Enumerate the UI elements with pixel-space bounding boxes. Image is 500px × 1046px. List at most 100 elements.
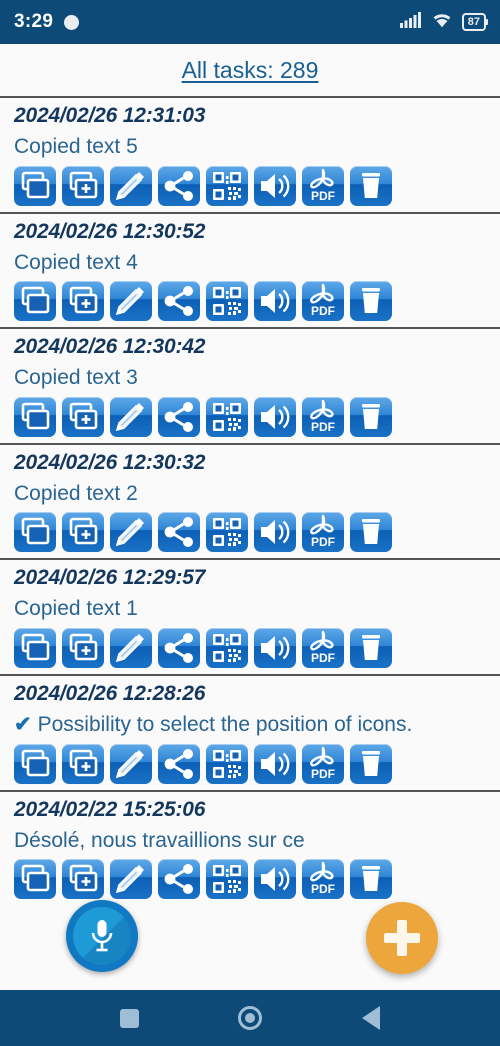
copy-icon[interactable] — [14, 281, 56, 322]
item-timestamp: 2024/02/26 12:30:42 — [14, 335, 206, 359]
delete-icon[interactable] — [350, 165, 392, 206]
content-area: All tasks: 289 2024/02/26 12:31:03 Copied… — [0, 44, 500, 990]
delete-icon[interactable] — [350, 628, 392, 669]
edit-icon[interactable] — [110, 859, 152, 900]
delete-icon[interactable] — [350, 512, 392, 553]
item-text: Copied text 1 — [14, 597, 138, 621]
delete-icon[interactable] — [350, 281, 392, 322]
all-tasks-link-container: All tasks: 289 — [0, 44, 500, 96]
item-action-bar: PDF — [14, 396, 500, 437]
copy-icon[interactable] — [14, 628, 56, 669]
copy-icon[interactable] — [14, 165, 56, 206]
edit-icon[interactable] — [110, 165, 152, 206]
svg-text:PDF: PDF — [311, 882, 335, 896]
svg-text:PDF: PDF — [311, 304, 335, 318]
list-item[interactable]: 2024/02/26 12:28:26 ✔ Possibility to selec… — [0, 674, 500, 790]
speak-icon[interactable] — [254, 628, 296, 669]
delete-icon[interactable] — [350, 396, 392, 437]
speak-icon[interactable] — [254, 743, 296, 784]
copy-add-icon[interactable] — [62, 512, 104, 553]
pdf-icon[interactable]: PDF — [302, 743, 344, 784]
delete-icon[interactable] — [350, 743, 392, 784]
share-icon[interactable] — [158, 743, 200, 784]
qr-code-icon[interactable] — [206, 165, 248, 206]
list-item[interactable]: 2024/02/26 12:30:42 Copied text 3 PDF — [0, 327, 500, 443]
item-action-bar: PDF — [14, 628, 500, 669]
item-text: Copied text 4 — [14, 250, 138, 274]
item-text: Copied text 3 — [14, 366, 138, 390]
edit-icon[interactable] — [110, 743, 152, 784]
qr-code-icon[interactable] — [206, 281, 248, 322]
delete-icon[interactable] — [350, 859, 392, 900]
share-icon[interactable] — [158, 628, 200, 669]
qr-code-icon[interactable] — [206, 628, 248, 669]
list-item[interactable]: 2024/02/26 12:30:52 Copied text 4 PDF — [0, 211, 500, 328]
speak-icon[interactable] — [254, 859, 296, 900]
item-timestamp: 2024/02/26 12:29:57 — [14, 566, 206, 590]
item-action-bar: PDF — [14, 859, 500, 900]
microphone-icon — [91, 920, 113, 952]
clock: 3:29 — [14, 11, 54, 32]
copy-add-icon[interactable] — [62, 859, 104, 900]
svg-text:PDF: PDF — [311, 651, 335, 665]
edit-icon[interactable] — [110, 512, 152, 553]
copy-add-icon[interactable] — [62, 281, 104, 322]
item-timestamp: 2024/02/26 12:30:52 — [14, 219, 206, 243]
item-timestamp: 2024/02/26 12:30:32 — [14, 450, 206, 474]
copy-icon[interactable] — [14, 396, 56, 437]
add-fab-button[interactable] — [366, 902, 438, 974]
copy-icon[interactable] — [14, 859, 56, 900]
pdf-icon[interactable]: PDF — [302, 396, 344, 437]
item-action-bar: PDF — [14, 165, 500, 206]
speak-icon[interactable] — [254, 281, 296, 322]
svg-text:PDF: PDF — [311, 420, 335, 434]
list-item[interactable]: 2024/02/26 12:31:03 Copied text 5 PDF — [0, 96, 500, 212]
item-text-value: Possibility to select the position of ic… — [37, 713, 413, 737]
check-icon: ✔ — [14, 713, 32, 737]
item-timestamp: 2024/02/26 12:28:26 — [14, 682, 206, 706]
status-bar-left: 3:29 — [14, 11, 80, 33]
share-icon[interactable] — [158, 396, 200, 437]
qr-code-icon[interactable] — [206, 743, 248, 784]
copy-icon[interactable] — [14, 743, 56, 784]
copy-add-icon[interactable] — [62, 165, 104, 206]
mic-fab-button[interactable] — [66, 900, 138, 972]
item-text: Copied text 2 — [14, 481, 138, 505]
list-item[interactable]: 2024/02/26 12:29:57 Copied text 1 PDF — [0, 558, 500, 674]
pdf-icon[interactable]: PDF — [302, 512, 344, 553]
edit-icon[interactable] — [110, 628, 152, 669]
notification-dot-icon — [64, 14, 80, 30]
share-icon[interactable] — [158, 281, 200, 322]
copy-add-icon[interactable] — [62, 628, 104, 669]
pdf-icon[interactable]: PDF — [302, 859, 344, 900]
recents-icon[interactable] — [119, 1008, 139, 1028]
share-icon[interactable] — [158, 512, 200, 553]
clipboard-list: 2024/02/26 12:31:03 Copied text 5 PDF 2024/… — [0, 96, 500, 906]
qr-code-icon[interactable] — [206, 859, 248, 900]
plus-icon — [384, 920, 420, 956]
copy-add-icon[interactable] — [62, 396, 104, 437]
copy-add-icon[interactable] — [62, 743, 104, 784]
share-icon[interactable] — [158, 165, 200, 206]
system-nav-bar — [0, 990, 500, 1046]
speak-icon[interactable] — [254, 396, 296, 437]
share-icon[interactable] — [158, 859, 200, 900]
list-item[interactable]: 2024/02/22 15:25:06 Désolé, nous travaill… — [0, 789, 500, 906]
back-icon[interactable] — [362, 1006, 381, 1030]
item-action-bar: PDF — [14, 281, 500, 322]
qr-code-icon[interactable] — [206, 512, 248, 553]
edit-icon[interactable] — [110, 281, 152, 322]
pdf-icon[interactable]: PDF — [302, 628, 344, 669]
item-action-bar: PDF — [14, 743, 500, 784]
pdf-icon[interactable]: PDF — [302, 281, 344, 322]
speak-icon[interactable] — [254, 165, 296, 206]
home-icon[interactable] — [238, 1006, 263, 1030]
svg-text:PDF: PDF — [311, 767, 335, 781]
pdf-icon[interactable]: PDF — [302, 165, 344, 206]
list-item[interactable]: 2024/02/26 12:30:32 Copied text 2 PDF — [0, 442, 500, 559]
qr-code-icon[interactable] — [206, 396, 248, 437]
speak-icon[interactable] — [254, 512, 296, 553]
copy-icon[interactable] — [14, 512, 56, 553]
edit-icon[interactable] — [110, 396, 152, 437]
all-tasks-link[interactable]: All tasks: 289 — [182, 57, 319, 84]
